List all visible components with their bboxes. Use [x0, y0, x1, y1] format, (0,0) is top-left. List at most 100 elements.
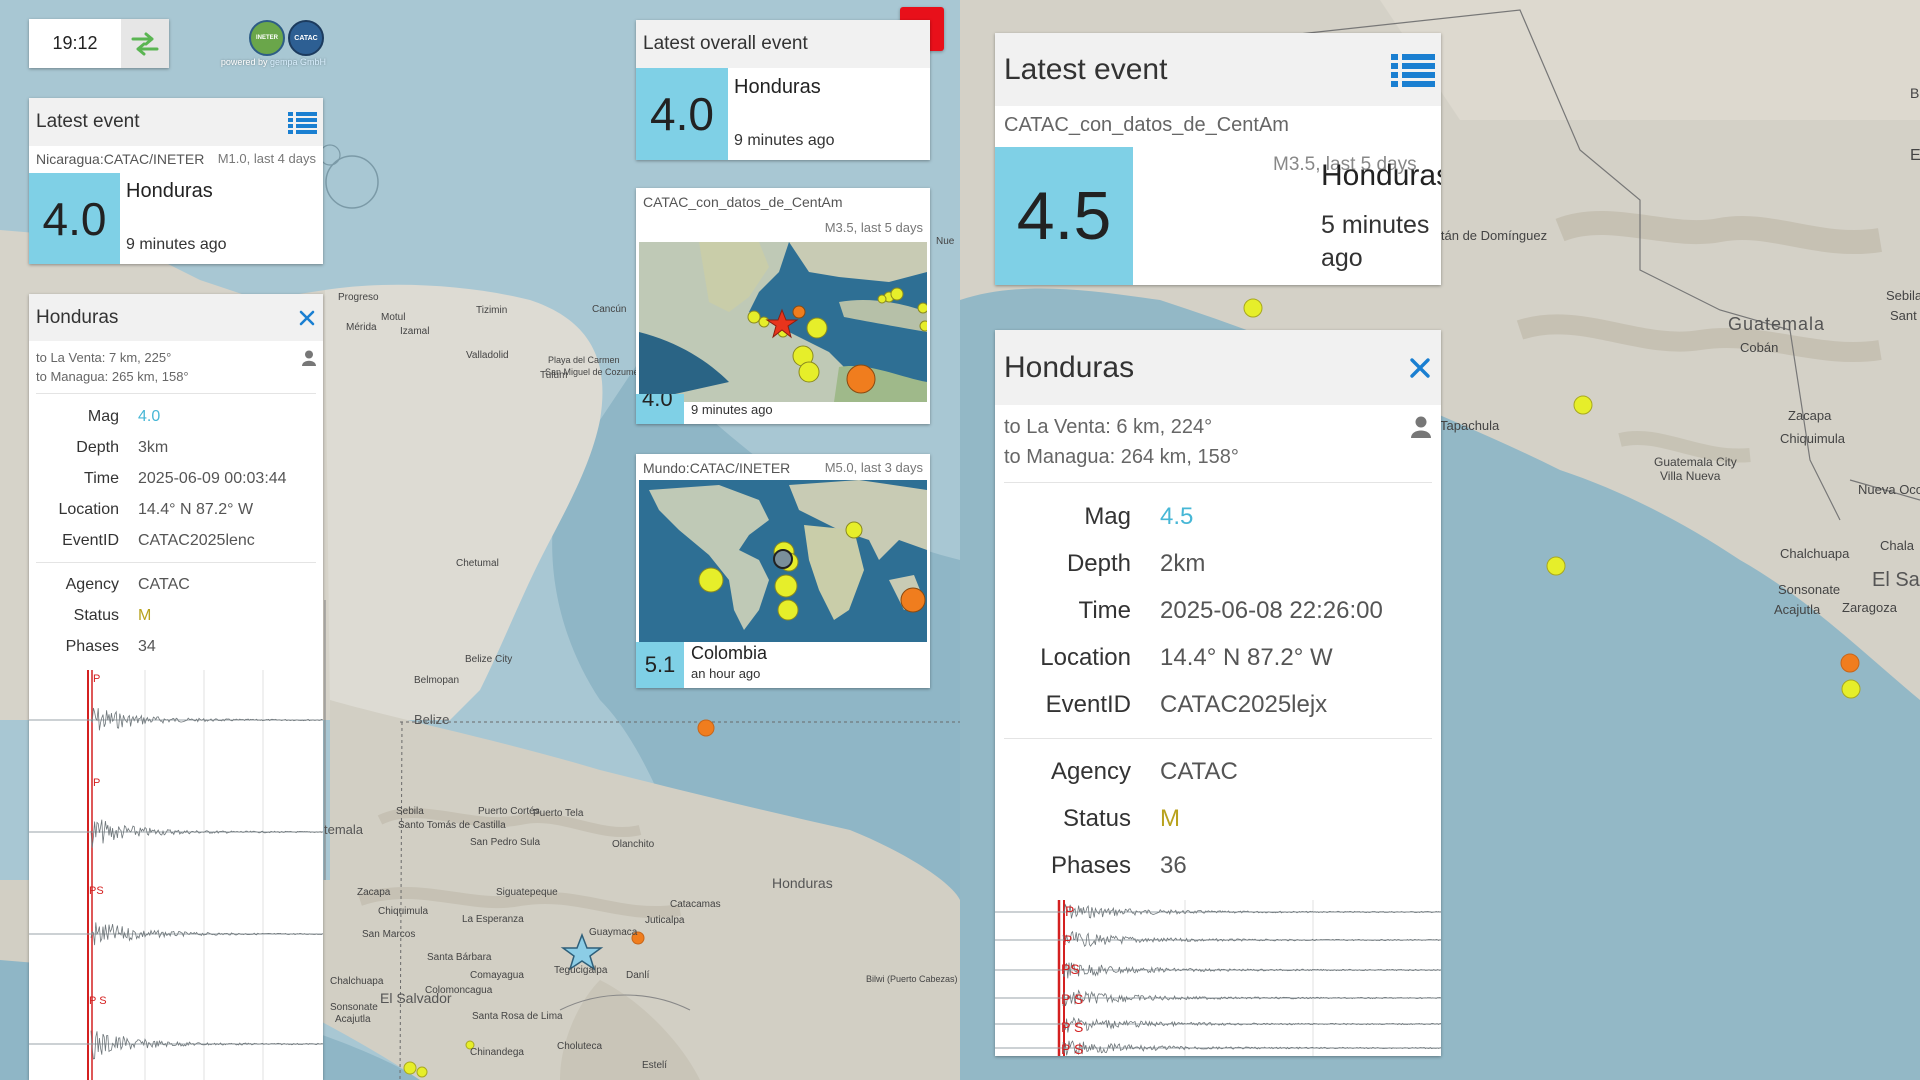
card1-mag-box: 4.0: [636, 394, 684, 424]
card2-magnitude: 5.1: [636, 642, 684, 688]
close-icon: [299, 310, 315, 326]
location-label: Location: [1040, 644, 1131, 671]
vendor-link[interactable]: gempa GmbH: [270, 57, 326, 67]
card1-minimap[interactable]: [639, 242, 927, 402]
time-value: 2025-06-08 22:26:00: [1160, 597, 1383, 624]
map-label: Sant: [1890, 308, 1917, 323]
map-label: Olanchito: [612, 839, 655, 850]
event-list-icon[interactable]: [1391, 53, 1435, 89]
map-label: Guatemala: [1728, 314, 1825, 334]
map-label: San Pedro Sula: [470, 837, 540, 848]
left-latest-event-title: Latest event: [36, 111, 140, 132]
waveform-traces[interactable]: P P PS P S P S P S: [995, 900, 1441, 1056]
eventid-label: EventID: [62, 532, 119, 549]
map-label: Santa Rosa de Lima: [472, 1011, 563, 1022]
phase-label: P S: [1061, 991, 1083, 1007]
world-minimap-canvas[interactable]: [639, 480, 927, 642]
map-label: Belize City: [465, 654, 512, 665]
overall-header: Latest overall event: [636, 20, 930, 68]
agency-label: Agency: [1050, 758, 1131, 785]
map-label: Belize: [414, 712, 449, 727]
map-label: Belmopan: [414, 675, 459, 686]
map-label: Colomoncagua: [425, 985, 493, 996]
map-label: Puerto Cortés: [478, 806, 540, 817]
phase-label: P S: [89, 995, 107, 1007]
swap-arrows-icon: [131, 32, 159, 55]
close-detail-button[interactable]: [297, 308, 317, 328]
location-value: 14.4° N 87.2° W: [138, 501, 254, 518]
card2-subtitle: Mundo:CATAC/INETER: [643, 460, 791, 476]
eventid-value: CATAC2025lejx: [1160, 691, 1328, 718]
map-label: Tizimin: [476, 305, 507, 316]
eventid-value: CATAC2025lenc: [138, 532, 255, 549]
map-label: Tulum: [540, 370, 567, 381]
divider: [36, 562, 316, 563]
phase-label: P: [1065, 903, 1074, 919]
right-detail-header: Honduras: [995, 330, 1441, 405]
map-label: Honduras: [772, 875, 833, 891]
map-label: Playa del Carmen: [548, 355, 620, 365]
map-label: Acajutla: [1774, 602, 1821, 617]
phase-label: PS: [89, 885, 104, 897]
centam-minimap-canvas[interactable]: [639, 242, 927, 402]
map-label: Chalchuapa: [330, 976, 384, 987]
card2-minimap[interactable]: [639, 480, 927, 642]
left-distance-1: to La Venta: 7 km, 225°: [36, 350, 172, 365]
map-label: Zaragoza: [1842, 600, 1898, 615]
depth-value: 3km: [138, 439, 169, 456]
map-label: Siguatepeque: [496, 887, 558, 898]
seismogram-trace: [90, 819, 323, 848]
map-label: Chiquimula: [378, 906, 428, 917]
map-label: Guatemala City: [1654, 455, 1737, 469]
left-detail-header: Honduras: [29, 294, 323, 341]
map-label: Cobán: [1740, 340, 1778, 355]
map-label: Chinandega: [470, 1047, 524, 1058]
depth-label: Depth: [76, 439, 119, 456]
map-label: San Marcos: [362, 929, 415, 940]
right-latest-region: Honduras: [1321, 159, 1441, 192]
right-event-detail-panel[interactable]: Honduras to La Venta: 6 km, 224° to Mana…: [995, 330, 1441, 1056]
left-waveform-panel[interactable]: P P PS P S: [29, 670, 323, 1080]
right-latest-magnitude: 4.5: [995, 147, 1133, 285]
world-event-card[interactable]: Mundo:CATAC/INETER M5.0, last 3 days 5.1…: [636, 454, 930, 688]
event-list-icon[interactable]: [288, 111, 317, 135]
phase-label: P: [1063, 932, 1072, 948]
catac-logo-text: CATAC: [294, 34, 318, 42]
swap-view-button[interactable]: [121, 19, 169, 68]
user-location-icon[interactable]: [302, 350, 316, 366]
left-latest-event-panel[interactable]: Latest event Nicaragua:CATAC/INETER M1.0…: [29, 98, 323, 264]
left-latest-ago: 9 minutes ago: [126, 236, 227, 253]
seismogram-trace: [90, 707, 323, 731]
left-distance-2: to Managua: 265 km, 158°: [36, 369, 189, 384]
status-label: Status: [1062, 805, 1131, 832]
phases-value: 36: [1160, 852, 1187, 879]
map-label: Sebila: [396, 806, 424, 817]
card2-ago: an hour ago: [691, 666, 761, 681]
agency-value: CATAC: [1160, 758, 1238, 785]
divider: [1004, 482, 1432, 483]
map-label: Nue: [936, 236, 955, 247]
close-detail-button[interactable]: [1408, 356, 1432, 380]
seismogram-trace: [1062, 930, 1441, 948]
right-latest-event-panel[interactable]: Latest event CATAC_con_datos_de_CentAm M…: [995, 33, 1441, 285]
waveform-traces[interactable]: P P PS P S: [29, 670, 323, 1080]
phases-value: 34: [138, 638, 156, 655]
centam-event-card[interactable]: CATAC_con_datos_de_CentAm M3.5, last 5 d…: [636, 188, 930, 424]
map-label: Bilwi (Puerto Cabezas): [866, 974, 958, 984]
user-location-icon[interactable]: [1411, 416, 1431, 438]
map-label: Acajutla: [335, 1014, 371, 1025]
eventid-label: EventID: [1045, 691, 1131, 718]
latest-overall-event-panel[interactable]: Latest overall event 4.0 Honduras 9 minu…: [636, 20, 930, 160]
map-label: La Esperanza: [462, 914, 524, 925]
map-label: Chala: [1880, 538, 1915, 553]
left-detail-title: Honduras: [36, 307, 119, 328]
ineter-logo: INETER: [249, 20, 285, 56]
map-label: Danlí: [626, 970, 650, 981]
mag-value: 4.5: [1160, 503, 1194, 530]
ineter-logo-text: INETER: [255, 35, 278, 41]
left-event-detail-panel[interactable]: Honduras to La Venta: 7 km, 225° to Mana…: [29, 294, 323, 1080]
map-label: El Sa: [1872, 569, 1920, 591]
overall-region: Honduras: [734, 76, 821, 98]
right-waveform-panel[interactable]: P P PS P S P S P S: [995, 900, 1441, 1056]
powered-by: powered by gempa GmbH: [202, 57, 326, 67]
